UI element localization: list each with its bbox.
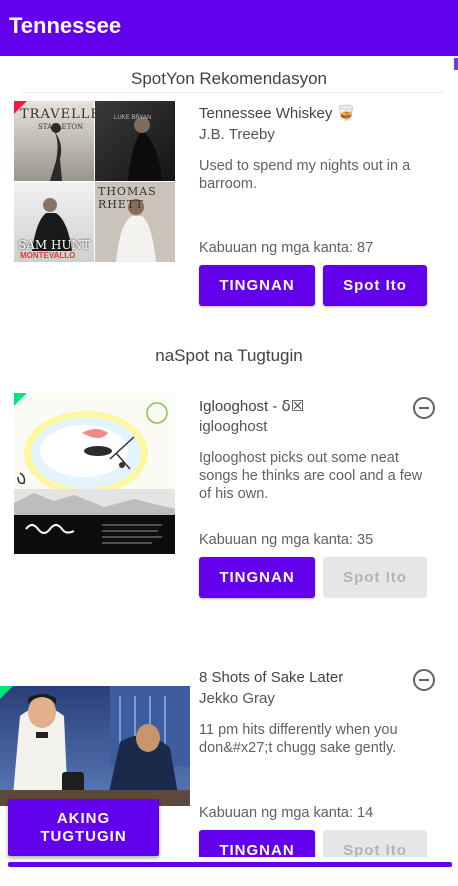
album-text-montevallo: MONTEVALLO	[20, 251, 76, 260]
album-text-luke: LUKE BRYAN	[114, 115, 152, 121]
my-songs-button[interactable]: AKING TUGTUGIN	[8, 799, 159, 856]
playlist-song-count: Kabuuan ng mga kanta: 87	[199, 240, 374, 256]
album-text-thomas: THOMAS RHETT	[98, 185, 157, 211]
bottom-bar	[8, 862, 452, 867]
spotted-corner-marker	[14, 393, 27, 406]
playlist-song-count: Kabuuan ng mga kanta: 14	[199, 805, 374, 821]
recommendation-corner-marker	[14, 101, 27, 114]
view-button[interactable]: TINGNAN	[199, 557, 315, 598]
playlist-song-count: Kabuuan ng mga kanta: 35	[199, 532, 374, 548]
spotted-corner-marker	[0, 686, 13, 699]
playlist-description: Used to spend my nights out in a barroom…	[199, 158, 411, 192]
playlist-description: Iglooghost picks out some neat songs he …	[199, 450, 423, 502]
playlist-title: 8 Shots of Sake Later	[199, 669, 344, 686]
spotted-section-title: naSpot na Tugtugin	[155, 346, 303, 365]
playlist-title: Tennessee Whiskey 🥃	[199, 105, 356, 122]
spot-button: Spot Ito	[323, 830, 427, 857]
spot-button[interactable]: Spot Ito	[323, 265, 427, 306]
spot-button: Spot Ito	[323, 557, 427, 598]
remove-circle-icon[interactable]	[413, 669, 435, 691]
album-text-sam: SAM HUNT	[18, 238, 91, 252]
app-title: Tennessee	[9, 13, 122, 38]
playlist-artist: iglooghost	[199, 418, 268, 435]
button-row-clip: TINGNAN Spot Ito	[190, 829, 435, 857]
playlist-artist: Jekko Gray	[199, 690, 275, 707]
playlist-description: 11 pm hits differently when you don&#x27…	[199, 722, 398, 756]
album-text-stapleton: STAPLETON	[38, 123, 84, 131]
recommendation-section-title: SpotYon Rekomendasyon	[131, 69, 327, 88]
playlist-artist: J.B. Treeby	[199, 126, 275, 143]
view-button[interactable]: TINGNAN	[199, 830, 315, 857]
section-divider	[22, 92, 444, 93]
playlist-cover-art	[14, 393, 175, 554]
view-button[interactable]: TINGNAN	[199, 265, 315, 306]
playlist-cover-art: TRAVELLER STAPLETON LUKE BRYAN THOMAS RH…	[14, 101, 175, 262]
album-text-traveller: TRAVELLER	[20, 107, 112, 122]
remove-circle-icon[interactable]	[413, 397, 435, 419]
playlist-cover-art	[0, 686, 190, 806]
playlist-title: Iglooghost - ẟ☒	[199, 398, 305, 415]
app-bar: Tennessee	[0, 0, 458, 56]
